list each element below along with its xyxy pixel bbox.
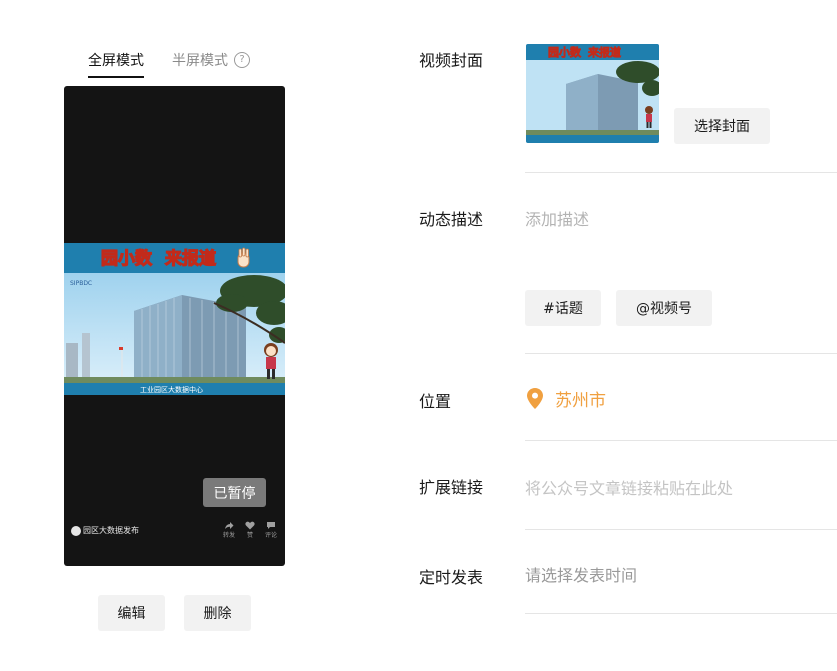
cover-title-2: 来报道 <box>587 45 621 59</box>
avatar <box>71 525 81 536</box>
description-input[interactable]: 添加描述 <box>525 206 589 230</box>
divider <box>525 613 837 614</box>
help-icon[interactable]: ? <box>234 52 250 68</box>
divider <box>525 529 837 530</box>
add-topic-button[interactable]: #话题 <box>525 290 601 326</box>
tab-halfscreen-label: 半屏模式 <box>172 53 228 69</box>
cover-graphic: 园小数 来报道 <box>526 44 659 143</box>
banner-title-1: 园小数 <box>101 248 153 269</box>
cover-label: 视频封面 <box>419 51 484 70</box>
schedule-label: 定时发表 <box>419 568 484 587</box>
cover-thumbnail[interactable]: 园小数 来报道 <box>526 44 659 143</box>
link-input[interactable]: 将公众号文章链接粘贴在此处 <box>525 475 733 499</box>
location-label: 位置 <box>419 392 452 411</box>
comment-action[interactable]: 评论 <box>265 521 277 539</box>
wave-hand-icon <box>237 247 250 268</box>
description-label: 动态描述 <box>419 210 484 229</box>
divider <box>525 353 837 354</box>
location-pin-icon <box>527 388 543 409</box>
comment-label: 评论 <box>264 532 277 539</box>
delete-button[interactable]: 删除 <box>184 595 251 631</box>
share-label: 转发 <box>222 532 235 539</box>
banner-graphic: 园小数 来报道 <box>64 243 285 273</box>
scene-graphic: SIPBDC 工业园区大数据中心 <box>64 273 285 395</box>
divider <box>525 172 837 173</box>
video-actions: 转发 赞 评论 <box>223 521 277 539</box>
like-action[interactable]: 赞 <box>245 521 255 539</box>
location-selector[interactable]: 苏州市 <box>527 386 606 411</box>
share-icon <box>224 522 234 529</box>
tab-halfscreen[interactable]: 半屏模式 ? <box>172 50 250 78</box>
like-label: 赞 <box>246 532 253 539</box>
location-value: 苏州市 <box>555 391 606 411</box>
paused-badge[interactable]: 已暂停 <box>203 478 266 507</box>
banner-title-2: 来报道 <box>164 248 216 269</box>
video-caption: 工业园区大数据中心 <box>140 385 203 394</box>
preview-mode-tabs: 全屏模式 半屏模式 ? <box>88 50 250 78</box>
share-action[interactable]: 转发 <box>223 521 235 539</box>
heart-icon <box>245 521 255 530</box>
video-publish-page: 全屏模式 半屏模式 ? 园小数 来报道 SIPBDC 工业园区大数据中心 已暂停… <box>0 0 837 671</box>
schedule-input[interactable]: 请选择发表时间 <box>525 562 637 586</box>
link-label: 扩展链接 <box>419 478 484 497</box>
cover-title-1: 园小数 <box>548 45 582 59</box>
video-banner: 园小数 来报道 <box>64 243 285 273</box>
mention-channel-button[interactable]: @视频号 <box>616 290 712 326</box>
select-cover-button[interactable]: 选择封面 <box>674 108 770 144</box>
video-preview[interactable]: 园小数 来报道 SIPBDC 工业园区大数据中心 已暂停 园区大数据发布 转发 … <box>64 86 285 566</box>
comment-icon <box>266 522 275 529</box>
logo-text: SIPBDC <box>70 280 92 287</box>
edit-button[interactable]: 编辑 <box>98 595 165 631</box>
account-row: 园区大数据发布 <box>71 525 139 536</box>
account-name: 园区大数据发布 <box>83 526 139 535</box>
divider <box>525 440 837 441</box>
tab-fullscreen[interactable]: 全屏模式 <box>88 50 144 78</box>
video-scene: SIPBDC 工业园区大数据中心 <box>64 273 285 395</box>
